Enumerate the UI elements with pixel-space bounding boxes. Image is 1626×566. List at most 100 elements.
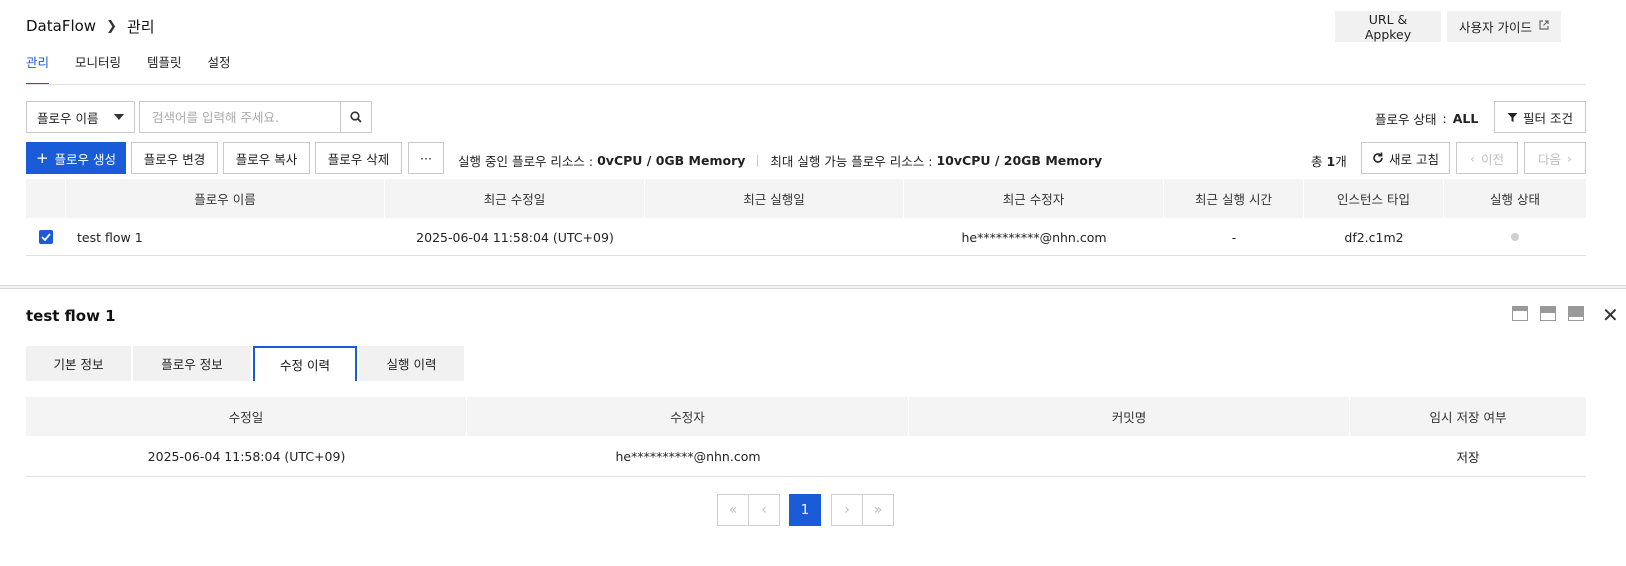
column-header: 커밋명 <box>909 397 1350 436</box>
search-icon <box>350 111 362 123</box>
user-guide-label: 사용자 가이드 <box>1459 20 1532 35</box>
flow-status-label: 플로우 상태 <box>1375 112 1437 127</box>
breadcrumb: DataFlow ❯ 관리 <box>26 16 155 36</box>
edit-flow-label: 플로우 변경 <box>143 151 206 167</box>
search-field-select[interactable]: 플로우 이름 <box>26 101 135 133</box>
total-count: 총 1개 <box>1311 151 1347 170</box>
tab-settings[interactable]: 설정 <box>208 52 231 85</box>
total-suffix: 개 <box>1335 154 1347 169</box>
column-header: 임시 저장 여부 <box>1429 410 1507 425</box>
modified-date-cell: 2025-06-04 11:58:04 (UTC+09) <box>416 229 614 245</box>
tab-manage[interactable]: 관리 <box>26 52 50 85</box>
detail-panel-title: test flow 1 <box>26 307 116 325</box>
panel-full-icon[interactable] <box>1568 306 1584 321</box>
status-dot-icon <box>1511 233 1519 241</box>
table-row[interactable]: test flow 1 2025-06-04 11:58:04 (UTC+09)… <box>26 218 1586 256</box>
caret-down-icon <box>114 114 124 120</box>
prev-page-button[interactable]: ‹ 이전 <box>1456 142 1518 174</box>
tab-run-history[interactable]: 실행 이력 <box>359 346 464 381</box>
delete-flow-label: 플로우 삭제 <box>327 151 390 167</box>
panel-resize-handle[interactable] <box>0 285 1626 289</box>
row-checkbox-cell <box>26 218 66 256</box>
tab-template[interactable]: 템플릿 <box>147 52 182 85</box>
column-header: 수정일 <box>26 397 467 436</box>
last-run-cell <box>645 218 904 256</box>
breadcrumb-app[interactable]: DataFlow <box>26 17 96 35</box>
filter-condition-label: 필터 조건 <box>1523 110 1573 126</box>
create-flow-button[interactable]: + 플로우 생성 <box>26 142 126 174</box>
history-commit-cell <box>909 436 1350 477</box>
resource-summary: 실행 중인 플로우 리소스 : 0vCPU / 0GB Memory 최대 실행… <box>458 151 1102 170</box>
row-checkbox[interactable] <box>39 230 53 244</box>
prev-label: 이전 <box>1480 151 1504 167</box>
column-header[interactable]: 인스턴스 타입 <box>1304 179 1444 218</box>
select-column-header <box>26 179 66 218</box>
check-icon <box>41 233 51 241</box>
refresh-button[interactable]: 새로 고침 <box>1361 142 1450 174</box>
flow-table-header: 플로우 이름 최근 수정일 최근 실행일 최근 수정자 최근 실행 시간 인스턴… <box>26 179 1586 218</box>
prev-page-icon[interactable]: ‹ <box>748 494 780 526</box>
tab-monitoring[interactable]: 모니터링 <box>75 52 121 85</box>
page-number[interactable]: 1 <box>789 494 821 526</box>
run-time-cell: - <box>1231 229 1237 245</box>
column-header[interactable]: 실행 상태 <box>1444 179 1586 218</box>
chevron-right-icon: ❯ <box>106 18 117 34</box>
close-icon[interactable]: ✕ <box>1602 305 1619 325</box>
history-editor-cell: he**********@nhn.com <box>615 449 761 464</box>
url-appkey-label: URL & Appkey <box>1364 11 1412 42</box>
instance-type-cell: df2.c1m2 <box>1344 229 1404 245</box>
filter-condition-button[interactable]: 필터 조건 <box>1494 101 1586 133</box>
total-prefix: 총 <box>1311 154 1323 169</box>
column-header[interactable]: 최근 수정자 <box>904 179 1164 218</box>
flow-status-separator: : <box>1442 111 1447 126</box>
first-page-icon[interactable]: « <box>717 494 749 526</box>
flow-status-value: ALL <box>1452 111 1479 126</box>
panel-half-icon[interactable] <box>1540 306 1556 321</box>
total-count-value: 1 <box>1326 154 1336 169</box>
panel-top-small-icon[interactable] <box>1512 306 1528 321</box>
column-header[interactable]: 최근 실행일 <box>645 179 904 218</box>
user-guide-button[interactable]: 사용자 가이드 <box>1447 11 1561 42</box>
tab-basic-info[interactable]: 기본 정보 <box>26 346 131 381</box>
url-appkey-button[interactable]: URL & Appkey <box>1335 11 1441 42</box>
edit-flow-button[interactable]: 플로우 변경 <box>131 142 218 174</box>
filter-icon <box>1507 112 1518 122</box>
tabs-divider <box>26 84 1586 85</box>
chevron-right-icon: › <box>1567 150 1572 166</box>
running-resource-label: 실행 중인 플로우 리소스 : <box>458 154 594 169</box>
search-input[interactable] <box>139 101 340 133</box>
chevron-left-icon: ‹ <box>1469 150 1475 166</box>
external-link-icon <box>1539 20 1549 33</box>
refresh-icon <box>1373 152 1383 163</box>
next-label: 다음 <box>1537 151 1561 167</box>
pagination: « ‹ 1 › » <box>717 494 894 526</box>
column-header: 수정자 <box>467 397 909 436</box>
main-tabs: 관리 모니터링 템플릿 설정 <box>26 52 257 85</box>
resource-divider <box>757 154 759 167</box>
run-status-cell <box>1444 218 1586 256</box>
create-flow-label: 플로우 생성 <box>54 151 117 167</box>
delete-flow-button[interactable]: 플로우 삭제 <box>315 142 402 174</box>
next-page-icon[interactable]: › <box>831 494 863 526</box>
search-button[interactable] <box>340 101 372 133</box>
next-page-button[interactable]: 다음 › <box>1524 142 1586 174</box>
history-temp-saved-cell: 저장 <box>1456 450 1480 465</box>
column-header[interactable]: 최근 실행 시간 <box>1164 179 1304 218</box>
history-date-cell: 2025-06-04 11:58:04 (UTC+09) <box>147 449 346 464</box>
copy-flow-button[interactable]: 플로우 복사 <box>223 142 310 174</box>
copy-flow-label: 플로우 복사 <box>235 151 298 167</box>
running-resource-value: 0vCPU / 0GB Memory <box>597 153 746 168</box>
last-page-icon[interactable]: » <box>862 494 894 526</box>
column-header[interactable]: 플로우 이름 <box>66 179 385 218</box>
more-actions-button[interactable]: ··· <box>408 142 444 174</box>
column-header[interactable]: 최근 수정일 <box>385 179 645 218</box>
plus-icon: + <box>35 149 49 167</box>
tab-edit-history[interactable]: 수정 이력 <box>253 346 357 381</box>
table-row: 2025-06-04 11:58:04 (UTC+09) he*********… <box>26 436 1586 477</box>
more-icon: ··· <box>420 150 432 166</box>
search-field-select-value: 플로우 이름 <box>37 110 99 126</box>
flow-name-cell[interactable]: test flow 1 <box>66 218 385 256</box>
max-resource-label: 최대 실행 가능 플로우 리소스 : <box>770 154 933 169</box>
tab-flow-info[interactable]: 플로우 정보 <box>133 346 251 381</box>
history-table-header: 수정일 수정자 커밋명 임시 저장 여부 <box>26 397 1586 436</box>
